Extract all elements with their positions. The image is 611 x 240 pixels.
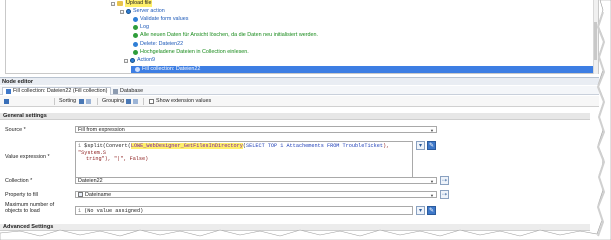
scrollbar-thumb[interactable] <box>594 22 597 60</box>
property-scrollbar[interactable] <box>602 108 611 232</box>
tree-node-action9[interactable]: - Action9 <box>124 57 155 64</box>
tab-label: Fill collection: Dateien22 (Fill collect… <box>13 88 108 94</box>
tree-node-label: Server action <box>133 8 165 14</box>
max-objects-label: Maximum number of objects to load <box>5 202 55 214</box>
collapse-toggle[interactable]: - <box>120 9 124 14</box>
node-editor-header: Node editor <box>0 77 599 85</box>
tree-node-label: Hochgeladene Dateien in Collection einle… <box>140 49 249 55</box>
tree-scrollbar[interactable] <box>593 0 598 74</box>
section-general-settings[interactable]: General settings <box>0 113 590 120</box>
alphabetical-icon <box>133 99 138 104</box>
source-dropdown[interactable]: Fill from expression ▼ <box>75 126 437 133</box>
group-alphabetical-button[interactable] <box>133 98 139 105</box>
property-to-fill-dropdown[interactable]: Dateiname ▼ <box>75 191 437 198</box>
scrollbar-thumb[interactable] <box>605 112 610 182</box>
tree-node-label: Upload file <box>125 0 153 7</box>
chevron-down-icon: ▼ <box>430 193 434 198</box>
separator <box>97 98 98 105</box>
delete-icon <box>133 42 138 47</box>
gear-icon <box>126 9 131 14</box>
database-icon <box>113 88 118 94</box>
property-check-icon <box>78 192 83 197</box>
validate-icon <box>133 17 138 22</box>
tree-node-label: Fill collection: Dateien22 <box>142 66 201 72</box>
group-categorized-button[interactable] <box>126 98 132 105</box>
collection-label: Collection * <box>5 178 33 184</box>
tree-node-label: Delete: Dateien22 <box>140 41 184 47</box>
edit-max-button[interactable]: ✎ <box>427 206 436 215</box>
chevron-down-icon: ▼ <box>430 128 434 133</box>
line-number: 1 <box>78 208 82 214</box>
source-label: Source * <box>5 127 26 133</box>
fill-collection-icon <box>6 89 11 94</box>
value-expression-editor[interactable]: 1 $split(Convert(LOWE_WebDesigner_GetFile… <box>75 141 413 179</box>
sort-za-icon <box>86 99 91 104</box>
sort-ascending-button[interactable] <box>79 98 85 105</box>
section-advanced-settings[interactable]: Advanced Settings <box>0 224 590 231</box>
tree-node-label: Log <box>140 24 149 30</box>
show-extension-checkbox[interactable] <box>149 99 154 104</box>
comment-icon <box>133 33 138 38</box>
collection-dropdown[interactable]: Dateien22 ▼ <box>75 177 437 184</box>
edit-expression-button[interactable]: ✎ <box>427 141 436 150</box>
categorized-icon <box>126 99 131 104</box>
filter-icon <box>4 99 9 104</box>
property-toolbar: Sorting Grouping Show extension values <box>0 96 599 107</box>
tab-fill-collection[interactable]: Fill collection: Dateien22 (Fill collect… <box>2 87 112 95</box>
function-name: LOWE_WebDesigner_GetFilesInDirectory <box>130 143 243 149</box>
tab-database[interactable]: Database <box>110 87 146 95</box>
expression-line-2: tring"), "|", False) <box>86 156 149 162</box>
max-objects-editor[interactable]: 1 (No value assigned) <box>75 206 413 215</box>
separator <box>54 98 55 105</box>
property-link-button[interactable]: ⇢ <box>440 190 449 199</box>
grouping-label: Grouping <box>102 98 125 104</box>
tree-view[interactable]: - Upload file - Server action Validate f… <box>5 0 599 74</box>
tree-node-fill-collection-selected[interactable]: Fill collection: Dateien22 <box>131 66 596 73</box>
comment-icon <box>133 50 138 55</box>
tree-node-label: Validate form values <box>140 16 189 22</box>
property-to-fill-label: Property to fill <box>5 192 38 198</box>
collection-link-button[interactable]: ⇢ <box>440 176 449 185</box>
sort-az-icon <box>79 99 84 104</box>
log-icon <box>133 25 138 30</box>
tree-node-comment[interactable]: Hochgeladene Dateien in Collection einle… <box>133 49 249 56</box>
collapse-toggle[interactable]: - <box>111 1 115 6</box>
collapse-toggle[interactable]: - <box>124 58 128 63</box>
folder-icon <box>117 1 123 6</box>
property-grid: General settings Source * Fill from expr… <box>0 108 599 232</box>
sql-query: SELECT TOP 1 Attachements FROM TroubleTi… <box>246 143 384 149</box>
gear-icon <box>130 58 135 63</box>
max-options-button[interactable]: ▾ <box>416 206 425 215</box>
line-number: 1 <box>78 143 82 149</box>
node-editor-title: Node editor <box>2 79 34 85</box>
chevron-down-icon: ▼ <box>430 179 434 184</box>
show-extension-values-toggle[interactable]: Show extension values <box>149 98 211 105</box>
fill-collection-icon <box>135 67 140 72</box>
sort-descending-button[interactable] <box>86 98 92 105</box>
tree-node-server-action[interactable]: - Server action <box>120 8 165 15</box>
tree-node-label: Action9 <box>137 57 155 63</box>
tree-node-delete[interactable]: Delete: Dateien22 <box>133 41 183 48</box>
editor-tabs: Fill collection: Dateien22 (Fill collect… <box>0 86 599 95</box>
tree-node-comment[interactable]: Alle neuen Daten für Ansicht löschen, da… <box>133 32 318 39</box>
tab-label: Database <box>120 87 144 94</box>
tree-node-validate[interactable]: Validate form values <box>133 16 188 23</box>
sorting-label: Sorting <box>59 98 77 104</box>
separator <box>143 98 144 105</box>
filter-button[interactable] <box>4 98 10 105</box>
tree-node-upload-file[interactable]: - Upload file <box>111 0 153 7</box>
tree-node-label: Alle neuen Daten für Ansicht löschen, da… <box>140 32 318 38</box>
tree-node-log[interactable]: Log <box>133 24 149 31</box>
value-expression-label: Value expression * <box>5 154 50 160</box>
expression-options-button[interactable]: ▾ <box>416 141 425 150</box>
